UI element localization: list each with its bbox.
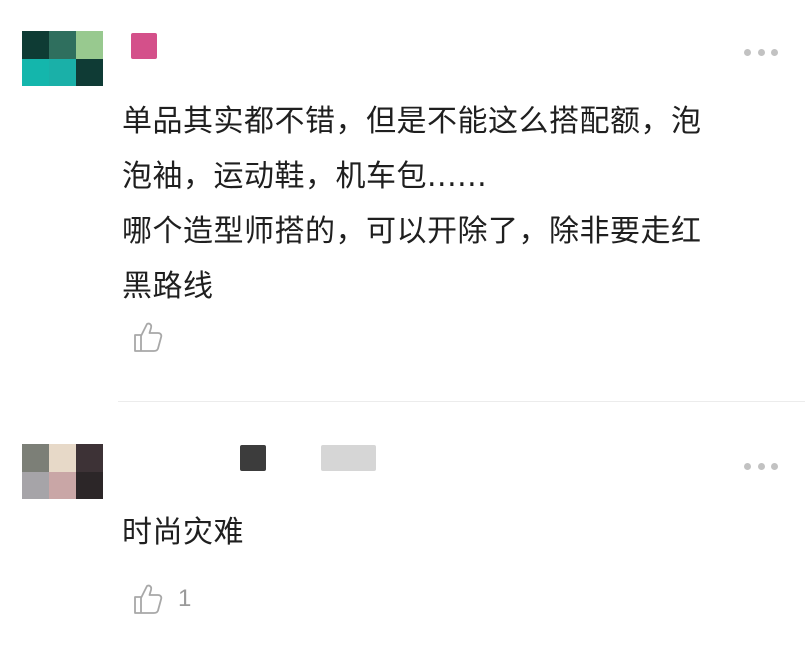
comment-line: 泡袖，运动鞋，机车包...... (122, 159, 488, 194)
avatar-pixel (22, 31, 49, 59)
avatar-pixel (49, 31, 76, 59)
avatar-pixel (49, 58, 76, 86)
username-redacted[interactable] (240, 445, 266, 471)
comment-item: 时尚灾难 1 (0, 402, 805, 650)
avatar-pixel (76, 58, 103, 86)
thumbs-up-icon[interactable] (130, 582, 164, 616)
avatar-pixel (49, 471, 76, 499)
thumbs-up-icon[interactable] (130, 320, 164, 354)
like-row (130, 320, 178, 354)
comment-line: 哪个造型师搭的，可以开除了，除非要走红 (122, 214, 702, 249)
avatar-pixel (22, 444, 49, 472)
comment-text: 单品其实都不错，但是不能这么搭配额，泡 泡袖，运动鞋，机车包...... 哪个造… (122, 94, 772, 314)
username-redacted[interactable] (131, 33, 157, 59)
comment-item: 单品其实都不错，但是不能这么搭配额，泡 泡袖，运动鞋，机车包...... 哪个造… (0, 0, 805, 400)
avatar-pixel (76, 31, 103, 59)
more-horizontal-icon[interactable] (744, 47, 778, 57)
comment-line: 黑路线 (122, 269, 214, 304)
avatar-pixel (76, 444, 103, 472)
comment-text: 时尚灾难 (122, 505, 772, 560)
avatar[interactable] (22, 444, 103, 499)
like-row: 1 (130, 582, 191, 616)
comment-line: 单品其实都不错，但是不能这么搭配额，泡 (122, 104, 702, 139)
avatar-pixel (76, 471, 103, 499)
more-horizontal-icon[interactable] (744, 461, 778, 471)
avatar-pixel (22, 471, 49, 499)
like-count: 1 (178, 585, 192, 612)
user-badge-redacted (321, 445, 376, 471)
comment-line: 时尚灾难 (122, 515, 244, 550)
avatar-pixel (49, 444, 76, 472)
avatar[interactable] (22, 31, 103, 86)
avatar-pixel (22, 58, 49, 86)
